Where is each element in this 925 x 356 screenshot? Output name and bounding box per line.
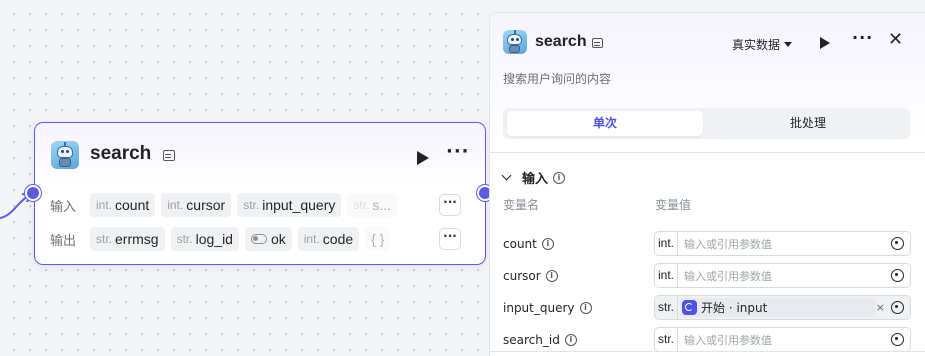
panel-description: 搜索用户询问的内容 bbox=[503, 72, 612, 86]
node-header: search ··· bbox=[35, 123, 485, 185]
panel-title: search bbox=[535, 33, 587, 50]
variable-name: search_id i bbox=[503, 333, 577, 347]
variable-value-input[interactable]: int. 输入或引用参数值 bbox=[654, 263, 911, 288]
reference-chip[interactable]: 开始 · input bbox=[680, 298, 876, 317]
inputs-section-header[interactable]: 输入 i bbox=[501, 168, 566, 187]
inputs-label: 输入 bbox=[50, 199, 77, 215]
boolean-icon bbox=[250, 234, 267, 244]
tab-batch[interactable]: 批处理 bbox=[710, 111, 906, 136]
column-header-value: 变量值 bbox=[655, 198, 692, 212]
input-tag: int. count bbox=[90, 193, 156, 217]
variable-name: count i bbox=[503, 237, 554, 251]
variable-name: input_query i bbox=[503, 301, 592, 315]
output-tag: str. log_id bbox=[170, 227, 239, 251]
data-mode-dropdown[interactable]: 真实数据 bbox=[732, 36, 793, 53]
panel-run-button[interactable] bbox=[820, 37, 830, 49]
output-tag: str. errmsg bbox=[90, 227, 165, 251]
column-header-name: 变量名 bbox=[503, 198, 540, 212]
reference-icon[interactable] bbox=[891, 333, 904, 346]
node-outputs-row: 输出 str. errmsg str. log_id ok int. code { } bbox=[50, 227, 470, 251]
variable-value-input[interactable]: int. 输入或引用参数值 bbox=[654, 231, 911, 256]
variable-value-input[interactable]: str. 输入或引用参数值 bbox=[654, 327, 911, 352]
node-title: search bbox=[90, 143, 152, 164]
reference-icon[interactable] bbox=[891, 301, 904, 314]
type-badge: str. bbox=[655, 328, 678, 351]
input-tag: str. s... bbox=[347, 193, 398, 217]
preview-icon[interactable] bbox=[592, 38, 603, 48]
output-tag: ok bbox=[244, 227, 292, 251]
run-mode-tabs: 单次 批处理 bbox=[503, 108, 910, 139]
info-icon[interactable]: i bbox=[564, 334, 577, 346]
input-tag: int. cursor bbox=[161, 193, 232, 217]
output-tag: { } bbox=[365, 227, 391, 251]
search-node-card[interactable]: search ··· 输入 int. count int. cursor str. i… bbox=[25, 122, 493, 265]
variable-value-input[interactable]: str. 开始 · input × bbox=[654, 295, 911, 320]
robot-avatar-icon bbox=[503, 30, 527, 54]
node-more-button[interactable]: ··· bbox=[446, 143, 470, 161]
outputs-more-button[interactable]: ··· bbox=[439, 228, 461, 250]
input-placeholder[interactable]: 输入或引用参数值 bbox=[678, 268, 891, 284]
reference-icon[interactable] bbox=[891, 269, 904, 282]
outputs-label: 输出 bbox=[50, 233, 77, 249]
node-inputs-row: 输入 int. count int. cursor str. input_query … bbox=[50, 193, 470, 217]
node-input-port[interactable] bbox=[25, 185, 41, 201]
input-placeholder[interactable]: 输入或引用参数值 bbox=[678, 236, 891, 252]
test-run-panel: search 真实数据 ··· ✕ 搜索用户询问的内容 单次 批处理 输入 i … bbox=[489, 12, 925, 356]
caret-down-icon bbox=[784, 42, 793, 47]
panel-more-button[interactable]: ··· bbox=[852, 30, 873, 46]
robot-avatar-icon bbox=[51, 141, 79, 169]
variable-name: cursor i bbox=[503, 269, 558, 283]
chevron-down-icon[interactable] bbox=[501, 170, 512, 181]
close-icon[interactable]: ✕ bbox=[888, 31, 903, 49]
type-badge: int. bbox=[655, 232, 678, 255]
info-icon[interactable]: i bbox=[579, 302, 592, 314]
type-badge: str. bbox=[655, 296, 678, 319]
preview-icon[interactable] bbox=[163, 150, 175, 161]
clear-reference-button[interactable]: × bbox=[876, 301, 885, 314]
output-tag: int. code bbox=[297, 227, 360, 251]
divider bbox=[490, 351, 925, 352]
node-run-button[interactable] bbox=[417, 151, 429, 165]
canvas-top-edge bbox=[0, 0, 925, 4]
start-node-icon bbox=[682, 300, 697, 315]
info-icon[interactable]: i bbox=[545, 270, 558, 282]
input-placeholder[interactable]: 输入或引用参数值 bbox=[678, 332, 891, 348]
info-icon[interactable]: i bbox=[541, 238, 554, 250]
reference-icon[interactable] bbox=[891, 237, 904, 250]
input-tag: str. input_query bbox=[237, 193, 342, 217]
type-badge: int. bbox=[655, 264, 678, 287]
info-icon[interactable]: i bbox=[553, 171, 566, 184]
tab-single[interactable]: 单次 bbox=[507, 111, 703, 136]
inputs-more-button[interactable]: ··· bbox=[439, 194, 461, 216]
divider bbox=[490, 152, 925, 153]
